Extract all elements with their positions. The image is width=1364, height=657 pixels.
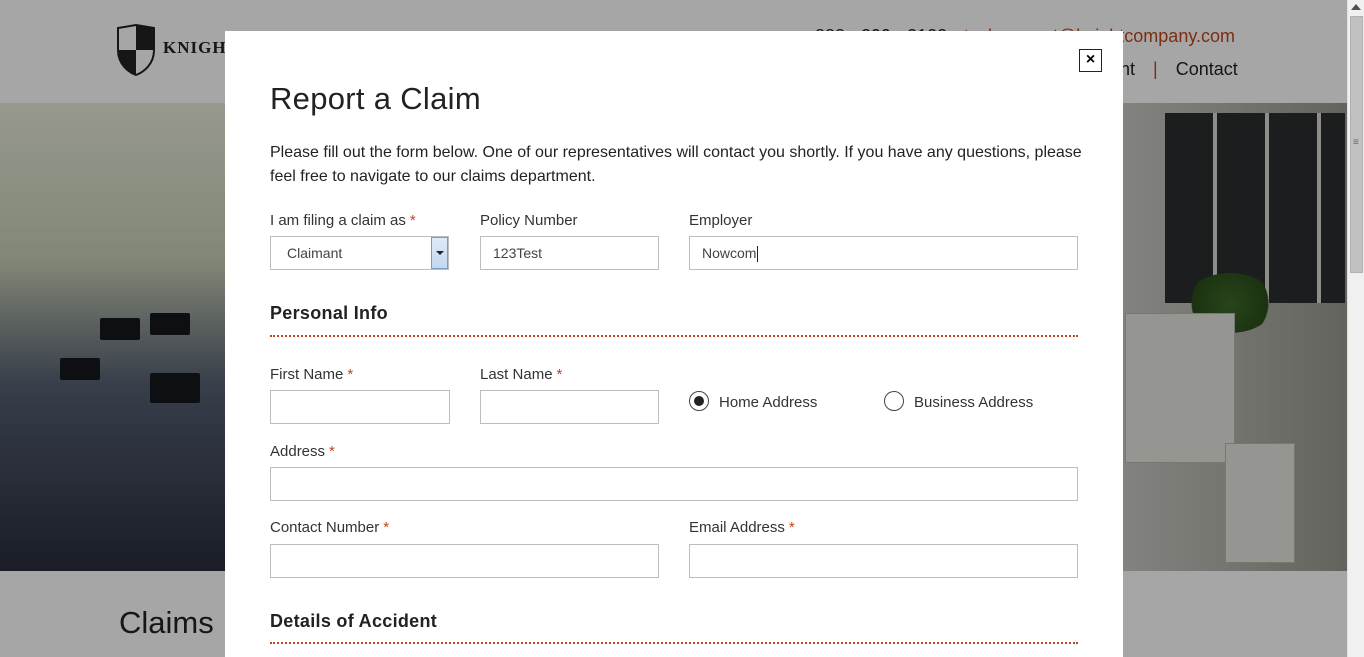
modal-intro-text: Please fill out the form below. One of o… xyxy=(270,144,1082,185)
filing-as-selected-value: Claimant xyxy=(287,245,343,261)
required-marker: * xyxy=(329,443,335,460)
last-name-label: Last Name * xyxy=(480,366,562,383)
filing-as-select[interactable]: Claimant xyxy=(270,236,449,270)
modal-title: Report a Claim xyxy=(270,81,481,116)
last-name-label-text: Last Name xyxy=(480,366,553,383)
employer-input[interactable]: Nowcom xyxy=(689,236,1078,270)
text-cursor xyxy=(757,246,759,263)
employer-value: Nowcom xyxy=(702,245,757,261)
scroll-up-arrow-icon[interactable] xyxy=(1351,4,1361,10)
report-claim-modal: × Report a Claim Please fill out the for… xyxy=(225,31,1123,657)
required-marker: * xyxy=(409,212,416,229)
filing-as-label: I am filing a claim as * xyxy=(270,212,416,229)
policy-number-label: Policy Number xyxy=(480,212,578,229)
business-address-label[interactable]: Business Address xyxy=(914,394,1033,411)
address-input[interactable] xyxy=(270,467,1078,501)
chevron-down-icon[interactable] xyxy=(431,237,448,269)
close-button[interactable]: × xyxy=(1079,49,1102,72)
details-of-accident-heading: Details of Accident xyxy=(270,611,438,631)
first-name-label: First Name * xyxy=(270,366,353,383)
address-label: Address * xyxy=(270,443,335,460)
page-scrollbar[interactable]: ≡ xyxy=(1347,0,1364,657)
required-marker: * xyxy=(347,366,354,383)
first-name-label-text: First Name xyxy=(270,366,344,383)
contact-number-label-text: Contact Number xyxy=(270,519,380,536)
home-address-label[interactable]: Home Address xyxy=(719,394,817,411)
address-label-text: Address xyxy=(270,443,326,460)
policy-number-input[interactable]: 123Test xyxy=(480,236,659,270)
last-name-input[interactable] xyxy=(480,390,659,424)
required-marker: * xyxy=(383,519,390,536)
scroll-grip-icon: ≡ xyxy=(1353,137,1359,148)
email-address-input[interactable] xyxy=(689,544,1078,578)
contact-number-label: Contact Number * xyxy=(270,519,389,536)
home-address-radio[interactable] xyxy=(689,391,709,411)
email-address-label-text: Email Address xyxy=(689,519,785,536)
section-divider xyxy=(270,642,1078,644)
section-divider xyxy=(270,335,1078,337)
personal-info-heading: Personal Info xyxy=(270,303,388,323)
required-marker: * xyxy=(788,519,795,536)
required-marker: * xyxy=(556,366,563,383)
filing-as-label-text: I am filing a claim as xyxy=(270,212,406,229)
business-address-radio[interactable] xyxy=(884,391,904,411)
scroll-thumb[interactable]: ≡ xyxy=(1350,16,1363,273)
first-name-input[interactable] xyxy=(270,390,450,424)
email-address-label: Email Address * xyxy=(689,519,795,536)
employer-label: Employer xyxy=(689,212,753,229)
contact-number-input[interactable] xyxy=(270,544,659,578)
policy-number-value: 123Test xyxy=(493,245,543,261)
